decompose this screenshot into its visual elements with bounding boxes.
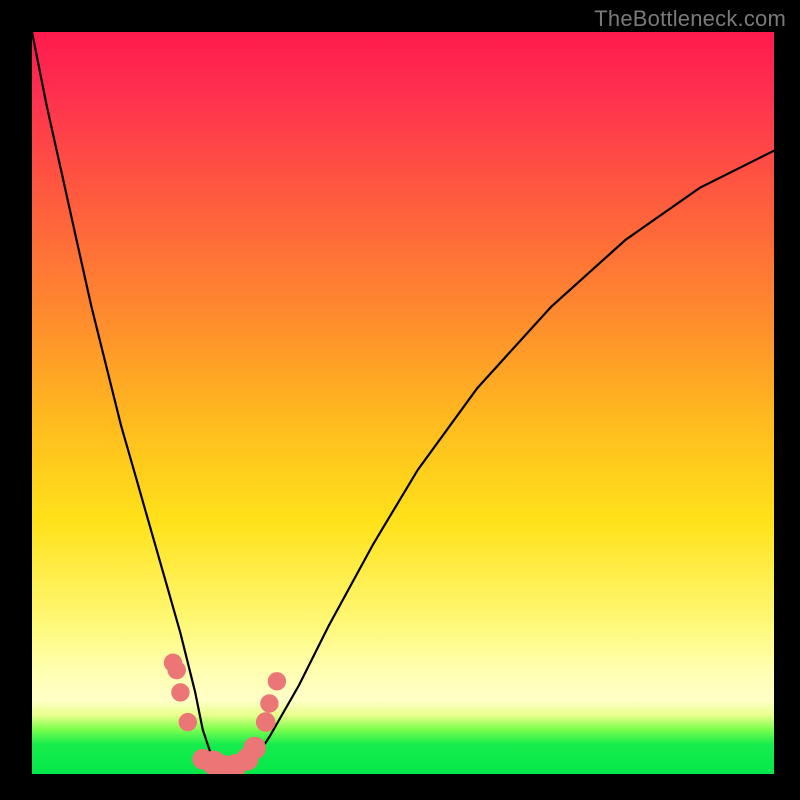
gradient-plot-area bbox=[32, 32, 774, 774]
marker-dot bbox=[268, 672, 286, 690]
chart-frame: TheBottleneck.com bbox=[0, 0, 800, 800]
watermark-text: TheBottleneck.com bbox=[594, 6, 786, 32]
marker-dot bbox=[260, 694, 278, 712]
marker-dot bbox=[243, 737, 266, 760]
marker-dot bbox=[171, 683, 189, 701]
marker-dot bbox=[168, 661, 186, 679]
marker-dot bbox=[179, 713, 197, 731]
bottleneck-curve bbox=[32, 32, 774, 774]
curve-layer bbox=[32, 32, 774, 774]
marker-dot bbox=[256, 712, 276, 732]
curve-markers bbox=[164, 654, 286, 775]
